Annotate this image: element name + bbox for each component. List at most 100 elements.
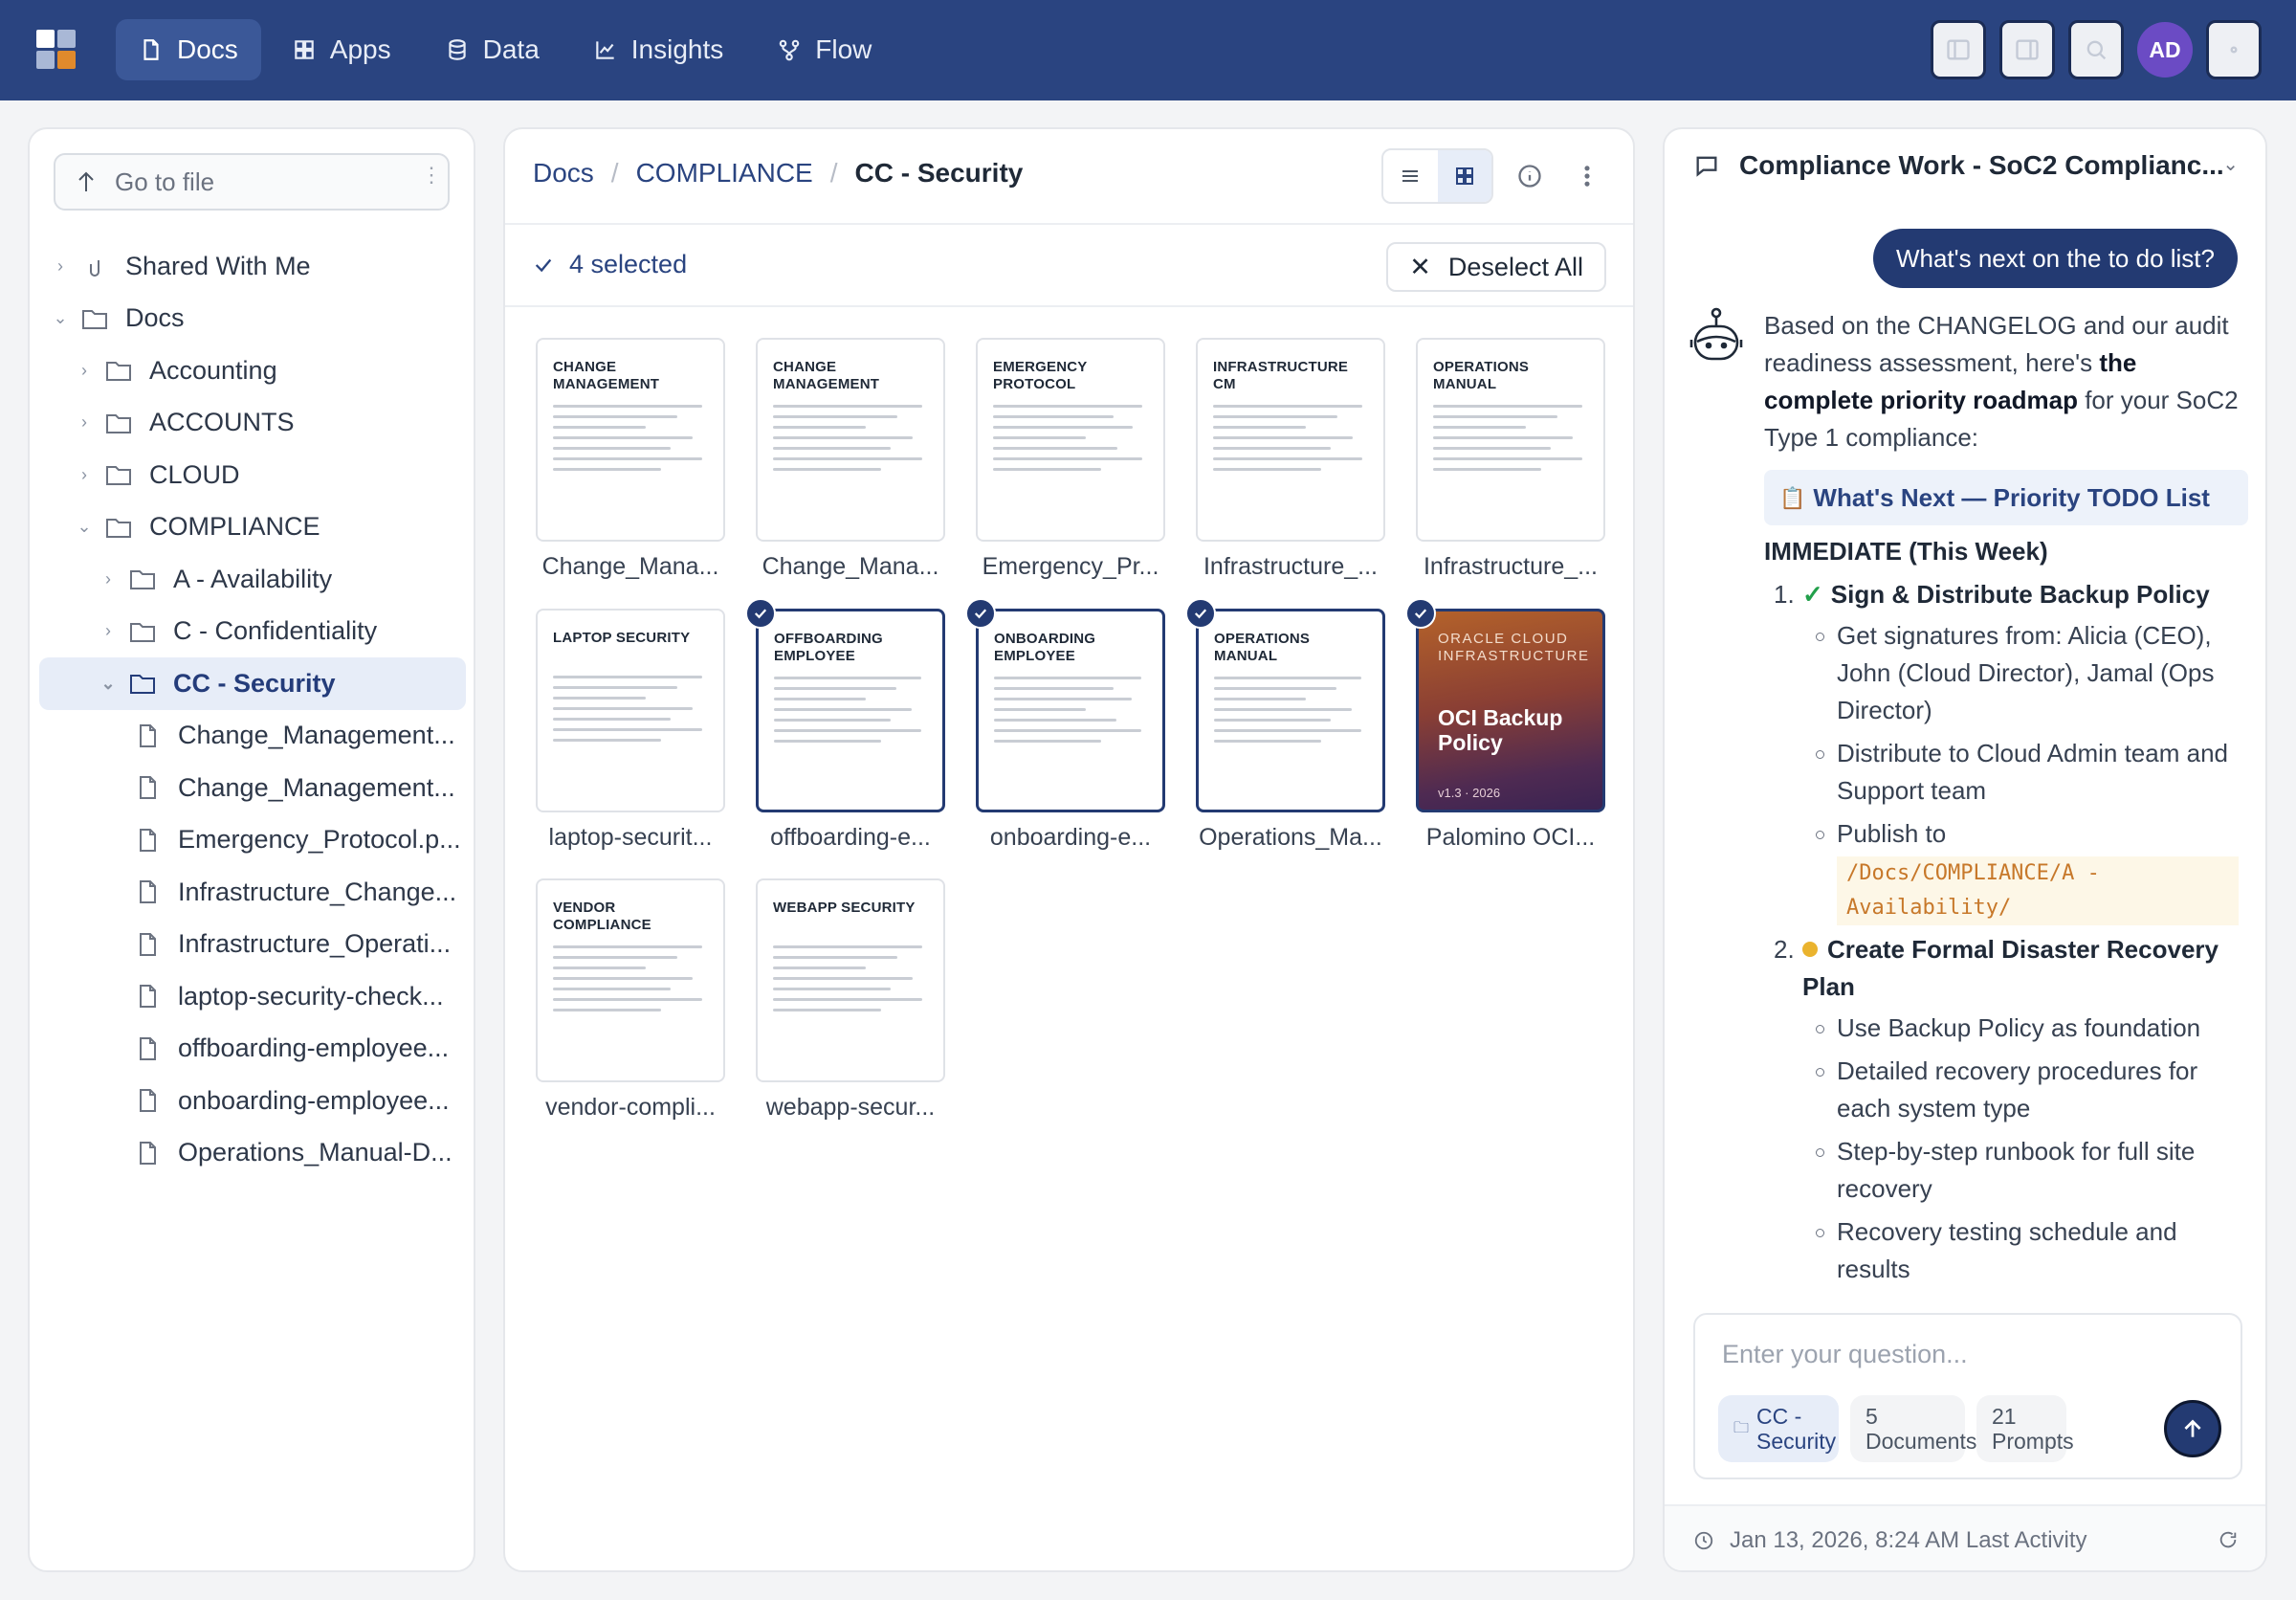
nav-item-data[interactable]: Data [422,19,563,80]
tree-folder-compliance[interactable]: ⌄ COMPLIANCE [39,501,466,554]
document-card[interactable]: WEBAPP SECURITY webapp-secur... [756,878,945,1122]
document-thumbnail[interactable]: ORACLE CLOUD INFRASTRUCTURE OCI Backup Po… [1405,598,1605,812]
file-icon [134,828,161,852]
chart-line-icon [596,41,614,59]
document-card[interactable]: ORACLE CLOUD INFRASTRUCTURE OCI Backup Po… [1405,598,1605,852]
info-button[interactable] [1515,162,1544,190]
status-button[interactable] [2206,20,2262,79]
selection-count: 4 selected [533,250,687,279]
chevron-right-icon[interactable]: › [75,361,94,381]
chevron-right-icon[interactable]: › [75,412,94,433]
folder-icon [81,307,108,330]
arrow-up-icon [78,171,94,191]
list-view-button[interactable] [1383,150,1438,202]
document-card[interactable]: OFFBOARDING EMPLOYEE offboarding-e... [745,598,945,852]
tree-file-operations-manual-d[interactable]: Operations_Manual-D... [39,1127,466,1180]
tree-item-label: laptop-security-check... [178,981,444,1011]
document-thumbnail[interactable]: CHANGE MANAGEMENT [536,338,725,542]
chevron-right-icon[interactable]: › [99,621,118,641]
deselect-all-button[interactable]: ✕ Deselect All [1386,242,1606,292]
tree-folder-accounts[interactable]: › ACCOUNTS [39,397,466,450]
nav-item-insights[interactable]: Insights [570,19,747,80]
document-card[interactable]: OPERATIONS MANUAL Infrastructure_... [1416,338,1605,581]
document-card[interactable]: INFRASTRUCTURE CM Infrastructure_... [1196,338,1385,581]
document-thumbnail[interactable]: WEBAPP SECURITY [756,878,945,1082]
search-button[interactable] [2068,20,2124,79]
selected-check-icon[interactable] [745,598,776,629]
app-logo[interactable] [36,30,77,70]
chevron-down-icon[interactable]: ⌄ [2222,152,2239,176]
grid-view-button[interactable] [1437,150,1491,202]
document-card[interactable]: ONBOARDING EMPLOYEE onboarding-e... [965,598,1165,852]
chevron-down-icon[interactable]: ⌄ [99,674,118,694]
chip-documents[interactable]: 5 Documents [1850,1395,1976,1462]
document-card[interactable]: VENDOR COMPLIANCE vendor-compli... [536,878,725,1122]
nav-item-apps[interactable]: Apps [269,19,414,80]
last-activity-text: Jan 13, 2026, 8:24 AM Last Activity [1730,1526,2087,1553]
chat-header[interactable]: Compliance Work - SoC2 Complianc... ⌄ [1665,129,2265,202]
todo-subitems: Use Backup Policy as foundation Detailed … [1802,1010,2248,1288]
chevron-right-icon[interactable]: › [75,465,94,485]
document-thumbnail[interactable]: OPERATIONS MANUAL [1185,598,1385,812]
tree-folder-accounting[interactable]: › Accounting [39,344,466,397]
document-card[interactable]: CHANGE MANAGEMENT Change_Mana... [756,338,945,581]
document-thumbnail[interactable]: VENDOR COMPLIANCE [536,878,725,1082]
tree-folder-a-availability[interactable]: › A - Availability [39,553,466,606]
nav-item-flow[interactable]: Flow [754,19,894,80]
document-thumbnail[interactable]: EMERGENCY PROTOCOL [976,338,1165,542]
tree-file-infrastructure-operati[interactable]: Infrastructure_Operati... [39,919,466,971]
chevron-down-icon[interactable]: ⌄ [75,517,94,537]
chevron-right-icon[interactable]: › [99,569,118,589]
chat-input-box[interactable]: Enter your question... 🗀 CC - Security 5… [1693,1313,2242,1479]
tree-file-change-management[interactable]: Change_Management... [39,762,466,814]
document-card[interactable]: EMERGENCY PROTOCOL Emergency_Pr... [976,338,1165,581]
text-line-placeholder [994,729,1141,732]
tree-file-laptop-security-check[interactable]: laptop-security-check... [39,970,466,1023]
tree-file-onboarding-employee[interactable]: onboarding-employee... [39,1075,466,1127]
tree-file-emergency-protocol-p[interactable]: Emergency_Protocol.p... [39,814,466,867]
tree-folder-shared-with-me[interactable]: › Shared With Me [39,240,466,293]
nav-item-docs[interactable]: Docs [116,19,261,80]
chat-footer: Jan 13, 2026, 8:24 AM Last Activity [1665,1504,2265,1570]
tree-item-label: Infrastructure_Operati... [178,929,452,959]
tree-folder-docs[interactable]: ⌄ Docs [39,293,466,345]
document-card[interactable]: OPERATIONS MANUAL Operations_Ma... [1185,598,1385,852]
refresh-icon[interactable] [2218,1529,2239,1550]
breadcrumb-compliance[interactable]: COMPLIANCE [636,158,813,189]
document-card[interactable]: CHANGE MANAGEMENT Change_Mana... [536,338,725,581]
selected-check-icon[interactable] [1185,598,1216,629]
text-line-placeholder [773,426,867,429]
chevron-right-icon[interactable]: › [51,256,70,277]
document-thumbnail[interactable]: ONBOARDING EMPLOYEE [965,598,1165,812]
toggle-right-panel-button[interactable] [1999,20,2055,79]
chat-bubble-icon [1696,156,1717,177]
tree-folder-cloud[interactable]: › CLOUD [39,449,466,501]
more-options-button[interactable] [1573,162,1601,190]
chip-prompts[interactable]: 21 Prompts [1976,1395,2074,1462]
text-line-placeholder [993,405,1142,408]
tree-file-offboarding-employee[interactable]: offboarding-employee... [39,1023,466,1076]
tree-folder-cc-security[interactable]: ⌄ CC - Security [39,657,466,710]
selected-check-icon[interactable] [965,598,996,629]
breadcrumb-docs[interactable]: Docs [533,158,594,189]
send-button[interactable] [2164,1400,2221,1457]
goto-file-input[interactable]: Go to file ⋮ [54,153,450,211]
assistant-message: Based on the CHANGELOG and our audit rea… [1764,307,2248,1294]
tree-file-infrastructure-change[interactable]: Infrastructure_Change... [39,866,466,919]
chip-folder-context[interactable]: 🗀 CC - Security [1718,1395,1840,1462]
document-thumbnail[interactable]: OFFBOARDING EMPLOYEE [745,598,945,812]
document-thumbnail[interactable]: LAPTOP SECURITY [536,609,725,812]
bullet-item: Recovery testing schedule and results [1802,1213,2248,1288]
toggle-left-panel-button[interactable] [1931,20,1986,79]
document-card[interactable]: LAPTOP SECURITY laptop-securit... [536,609,725,852]
kebab-menu-icon[interactable]: ⋮ [421,165,442,186]
document-thumbnail[interactable]: OPERATIONS MANUAL [1416,338,1605,542]
document-thumbnail[interactable]: CHANGE MANAGEMENT [756,338,945,542]
selected-check-icon[interactable] [1405,598,1436,629]
tree-file-change-management[interactable]: Change_Management... [39,710,466,763]
tree-folder-c-confidentiality[interactable]: › C - Confidentiality [39,606,466,658]
document-thumbnail[interactable]: INFRASTRUCTURE CM [1196,338,1385,542]
chevron-down-icon[interactable]: ⌄ [51,308,70,328]
user-avatar[interactable]: AD [2137,22,2193,78]
thumbnail-title: INFRASTRUCTURE CM [1213,359,1349,392]
